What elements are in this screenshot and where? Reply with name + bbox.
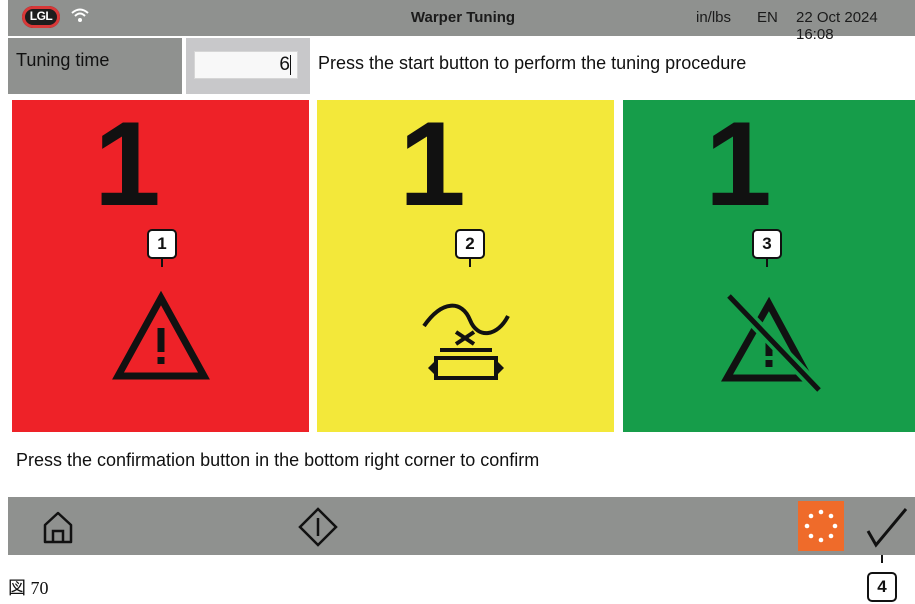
callout-2: 2 xyxy=(455,229,485,259)
lgl-logo: LGL xyxy=(22,6,60,28)
tuning-time-input[interactable]: 6 xyxy=(194,51,298,79)
tuning-time-value: 6 xyxy=(279,54,290,75)
busy-spinner-button[interactable] xyxy=(798,501,844,551)
warning-triangle-icon xyxy=(112,290,210,380)
tile-green-warning-off: 1 xyxy=(623,100,915,432)
warning-off-icon xyxy=(721,292,824,392)
figure-label: 図 70 xyxy=(8,578,49,598)
app-title: Warper Tuning xyxy=(410,9,516,26)
callout-1-stem xyxy=(161,259,163,267)
callout-4-stem xyxy=(881,555,883,563)
start-instruction: Press the start button to perform the tu… xyxy=(318,53,747,73)
busy-spinner-icon xyxy=(804,509,838,543)
start-icon[interactable] xyxy=(298,507,338,547)
callout-3: 3 xyxy=(752,229,782,259)
callout-3-stem xyxy=(766,259,768,267)
yarn-tension-sensor-icon xyxy=(422,303,510,380)
units-indicator[interactable]: in/lbs xyxy=(696,9,731,26)
tuning-time-input-box: 6 xyxy=(186,38,310,94)
text-caret xyxy=(290,54,291,75)
bottom-toolbar xyxy=(8,497,915,555)
tile-count: 1 xyxy=(94,97,161,231)
home-icon[interactable] xyxy=(40,509,76,545)
check-icon[interactable] xyxy=(864,505,910,549)
callout-1: 1 xyxy=(147,229,177,259)
datetime: 22 Oct 2024 16:08 xyxy=(796,9,878,43)
callout-4: 4 xyxy=(867,572,897,602)
tile-count: 1 xyxy=(705,97,772,231)
tuning-time-label: Tuning time xyxy=(16,50,110,70)
callout-2-stem xyxy=(469,259,471,267)
logo-text: LGL xyxy=(29,9,53,23)
confirm-instruction: Press the confirmation button in the bot… xyxy=(16,450,540,470)
tuning-time-label-box: Tuning time xyxy=(8,38,182,94)
tile-count: 1 xyxy=(399,97,466,231)
tile-yellow-sensor: 1 xyxy=(317,100,614,432)
language-indicator[interactable]: EN xyxy=(757,9,778,26)
wifi-icon xyxy=(71,8,89,22)
status-bar: LGL Warper Tuning in/lbs EN 22 Oct 2024 … xyxy=(8,0,915,43)
